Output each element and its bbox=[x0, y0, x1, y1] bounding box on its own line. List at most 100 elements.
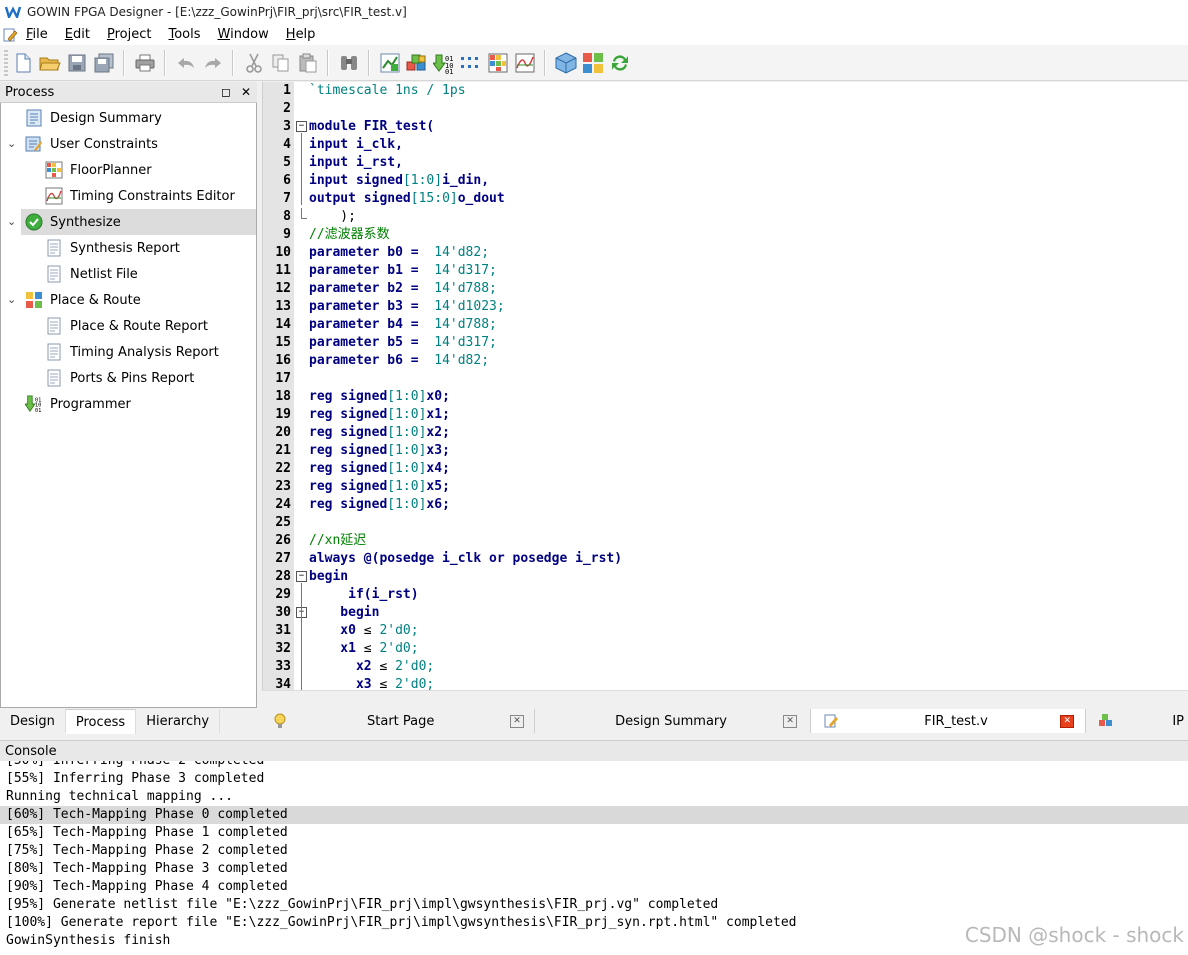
code-line[interactable]: 11 parameter b1 = 14'd317; bbox=[263, 262, 1188, 280]
menu-edit[interactable]: Edit bbox=[63, 27, 92, 42]
close-tab-icon[interactable]: ✕ bbox=[1060, 714, 1075, 728]
menu-window[interactable]: Window bbox=[216, 27, 271, 42]
copy-icon[interactable] bbox=[269, 51, 293, 75]
code-line[interactable]: 28− begin bbox=[263, 568, 1188, 586]
horizontal-scrollbar[interactable] bbox=[262, 690, 1188, 709]
print-icon[interactable] bbox=[133, 51, 157, 75]
code-line[interactable]: 30− begin bbox=[263, 604, 1188, 622]
menu-help[interactable]: Help bbox=[284, 27, 318, 42]
code-line[interactable]: 5 input i_rst, bbox=[263, 154, 1188, 172]
redo-icon[interactable] bbox=[201, 51, 225, 75]
code-token: 14'd317; bbox=[434, 335, 497, 350]
code-line[interactable]: 22 reg signed[1:0]x4; bbox=[263, 460, 1188, 478]
cut-icon[interactable] bbox=[242, 51, 266, 75]
code-line[interactable]: 23 reg signed[1:0]x5; bbox=[263, 478, 1188, 496]
fold-toggle-icon[interactable]: − bbox=[296, 121, 307, 132]
open-folder-icon[interactable] bbox=[38, 51, 62, 75]
code-line[interactable]: 3− module FIR_test( bbox=[263, 118, 1188, 136]
process-item-place-and-route-report[interactable]: Place & Route Report bbox=[45, 313, 208, 339]
run-synthesis-icon[interactable] bbox=[378, 51, 402, 75]
floorplanner-tool-icon[interactable] bbox=[486, 51, 510, 75]
refresh-icon[interactable] bbox=[608, 51, 632, 75]
tree-expander-icon[interactable]: ⌄ bbox=[7, 215, 17, 228]
process-item-synthesis-report[interactable]: Synthesis Report bbox=[45, 235, 180, 261]
code-line[interactable]: 31 x0 ≤ 2'd0; bbox=[263, 622, 1188, 640]
tab-process[interactable]: Process bbox=[65, 709, 137, 734]
package-icon[interactable] bbox=[554, 51, 578, 75]
close-tab-icon[interactable]: ✕ bbox=[510, 714, 524, 728]
process-panel: Process ◻ ✕ Design Summary ⌄ User Constrai… bbox=[0, 82, 257, 709]
code-line[interactable]: 16 parameter b6 = 14'd82; bbox=[263, 352, 1188, 370]
code-line[interactable]: 7 output signed[15:0]o_dout bbox=[263, 190, 1188, 208]
code-editor[interactable]: 1 `timescale 1ns / 1ps 2 3− module FIR_test(… bbox=[262, 82, 1188, 690]
ip-core-icon[interactable] bbox=[405, 51, 429, 75]
code-line[interactable]: 26 //xn延迟 bbox=[263, 532, 1188, 550]
ip-generator-icon[interactable] bbox=[581, 51, 605, 75]
save-icon[interactable] bbox=[65, 51, 89, 75]
float-icon[interactable]: ◻ bbox=[221, 85, 231, 99]
process-item-user-constraints[interactable]: User Constraints bbox=[25, 131, 158, 157]
code-line[interactable]: 24 reg signed[1:0]x6; bbox=[263, 496, 1188, 514]
code-line[interactable]: 14 parameter b4 = 14'd788; bbox=[263, 316, 1188, 334]
paste-icon[interactable] bbox=[296, 51, 320, 75]
tab-hierarchy[interactable]: Hierarchy bbox=[136, 709, 221, 733]
tab-fir-test-v[interactable]: FIR_test.v ✕ bbox=[811, 709, 1087, 733]
code-token: 14'd788; bbox=[434, 281, 497, 296]
code-line[interactable]: 8 ); bbox=[263, 208, 1188, 226]
undo-icon[interactable] bbox=[174, 51, 198, 75]
tab-ip[interactable]: IP bbox=[1086, 709, 1188, 733]
code-line[interactable]: 18 reg signed[1:0]x0; bbox=[263, 388, 1188, 406]
menu-file[interactable]: File bbox=[24, 27, 50, 42]
tree-expander-icon[interactable]: ⌄ bbox=[7, 137, 17, 150]
code-line[interactable]: 25 bbox=[263, 514, 1188, 532]
code-token: b1 = bbox=[379, 263, 435, 278]
find-binoculars-icon[interactable] bbox=[337, 51, 361, 75]
code-token: FIR_test( bbox=[355, 119, 435, 134]
process-item-netlist-file[interactable]: Netlist File bbox=[45, 261, 138, 287]
process-item-design-summary[interactable]: Design Summary bbox=[25, 105, 162, 131]
code-line[interactable]: 33 x2 ≤ 2'd0; bbox=[263, 658, 1188, 676]
toolbar-grip[interactable] bbox=[4, 49, 8, 76]
process-item-programmer[interactable]: 01 10 01 Programmer bbox=[25, 391, 131, 417]
code-text: reg signed[1:0]x1; bbox=[309, 406, 450, 424]
code-line[interactable]: 17 bbox=[263, 370, 1188, 388]
code-line[interactable]: 34 x3 ≤ 2'd0; bbox=[263, 676, 1188, 690]
code-line[interactable]: 20 reg signed[1:0]x2; bbox=[263, 424, 1188, 442]
code-line[interactable]: 19 reg signed[1:0]x1; bbox=[263, 406, 1188, 424]
tab-design-summary[interactable]: Design Summary ✕ bbox=[535, 709, 812, 733]
menu-project[interactable]: Project bbox=[105, 27, 154, 42]
fold-end-marker bbox=[301, 208, 307, 219]
code-line[interactable]: 1 `timescale 1ns / 1ps bbox=[263, 82, 1188, 100]
process-item-timing-analysis-report[interactable]: Timing Analysis Report bbox=[45, 339, 219, 365]
code-line[interactable]: 29 if(i_rst) bbox=[263, 586, 1188, 604]
code-line[interactable]: 13 parameter b3 = 14'd1023; bbox=[263, 298, 1188, 316]
code-line[interactable]: 9 //滤波器系数 bbox=[263, 226, 1188, 244]
code-line[interactable]: 32 x1 ≤ 2'd0; bbox=[263, 640, 1188, 658]
process-item-synthesize[interactable]: Synthesize bbox=[21, 209, 256, 235]
code-line[interactable]: 6 input signed[1:0]i_din, bbox=[263, 172, 1188, 190]
code-line[interactable]: 15 parameter b5 = 14'd317; bbox=[263, 334, 1188, 352]
fold-toggle-icon[interactable]: − bbox=[296, 571, 307, 582]
timing-tool-icon[interactable] bbox=[513, 51, 537, 75]
process-item-ports-and-pins-report[interactable]: Ports & Pins Report bbox=[45, 365, 194, 391]
code-line[interactable]: 10 parameter b0 = 14'd82; bbox=[263, 244, 1188, 262]
code-line[interactable]: 2 bbox=[263, 100, 1188, 118]
save-all-icon[interactable] bbox=[92, 51, 116, 75]
code-line[interactable]: 27 always @(posedge i_clk or posedge i_rs… bbox=[263, 550, 1188, 568]
close-tab-icon[interactable]: ✕ bbox=[783, 714, 798, 728]
code-line[interactable]: 12 parameter b2 = 14'd788; bbox=[263, 280, 1188, 298]
program-device-icon[interactable]: 01 10 01 bbox=[432, 51, 456, 75]
process-item-timing-constraints-editor[interactable]: Timing Constraints Editor bbox=[45, 183, 235, 209]
tree-expander-icon[interactable]: ⌄ bbox=[7, 293, 17, 306]
netlist-view-icon[interactable] bbox=[459, 51, 483, 75]
close-icon[interactable]: ✕ bbox=[241, 85, 251, 99]
tab-start-page[interactable]: Start Page ✕ bbox=[262, 709, 536, 733]
new-file-icon[interactable] bbox=[11, 51, 35, 75]
process-item-floorplanner[interactable]: FloorPlanner bbox=[45, 157, 152, 183]
code-line[interactable]: 21 reg signed[1:0]x3; bbox=[263, 442, 1188, 460]
process-item-place-and-route[interactable]: Place & Route bbox=[25, 287, 141, 313]
code-line[interactable]: 4 input i_clk, bbox=[263, 136, 1188, 154]
tab-design[interactable]: Design bbox=[0, 709, 66, 733]
line-number: 32 bbox=[275, 641, 291, 656]
menu-tools[interactable]: Tools bbox=[166, 27, 202, 42]
